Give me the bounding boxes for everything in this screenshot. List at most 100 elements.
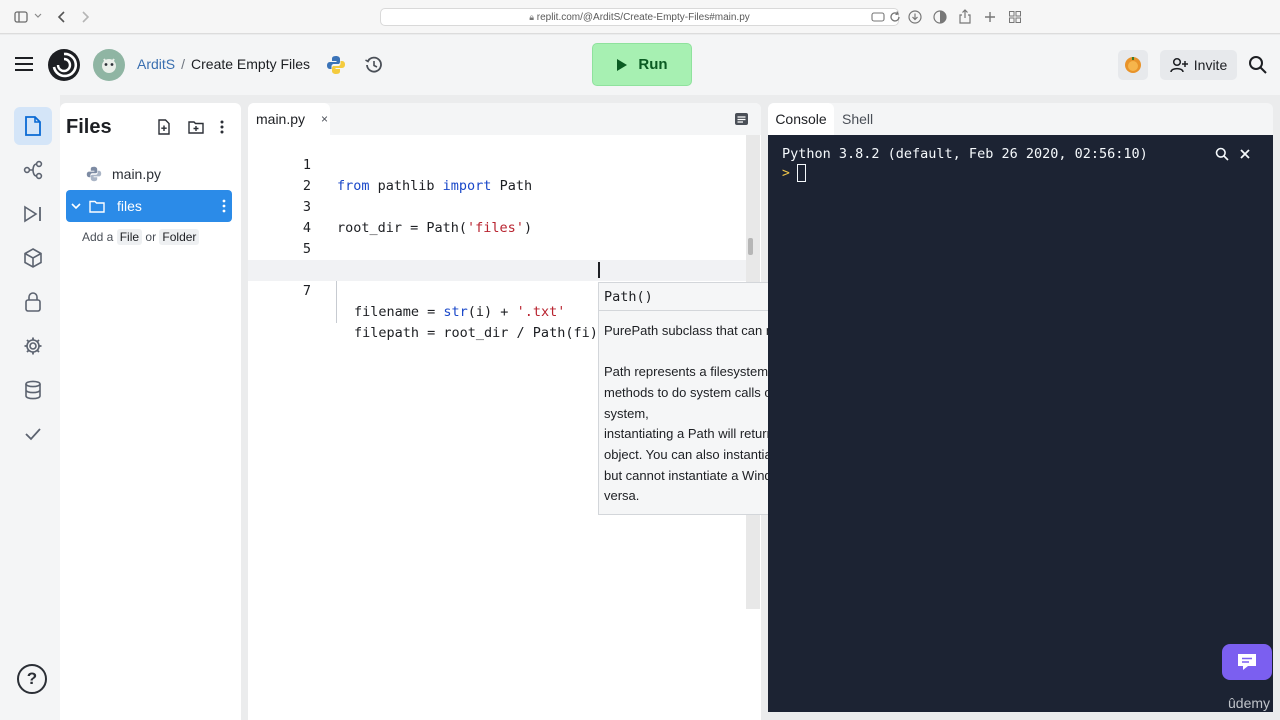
rail-debugger-button[interactable] — [14, 195, 52, 233]
line-number: 7 — [302, 283, 311, 299]
rail-database-button[interactable] — [14, 371, 52, 409]
check-icon — [25, 428, 41, 441]
chat-button[interactable] — [1222, 644, 1272, 680]
rail-version-control-button[interactable] — [14, 151, 52, 189]
url-text: replit.com/@ArditS/Create-Empty-Files#ma… — [536, 12, 750, 23]
rail-settings-button[interactable] — [14, 327, 52, 365]
folder-more-icon[interactable] — [222, 199, 226, 213]
chevron-down-icon[interactable] — [34, 12, 48, 26]
code-text: (i) + — [467, 304, 517, 320]
indent-guide — [336, 302, 337, 323]
add-folder-link[interactable]: Folder — [159, 229, 200, 245]
database-icon — [25, 380, 41, 400]
rail-files-button[interactable] — [14, 107, 52, 145]
add-file-link[interactable]: File — [116, 229, 143, 245]
add-file-hint: Add a File or Folder — [82, 229, 200, 245]
replit-logo-icon[interactable] — [47, 48, 81, 82]
code-line-current[interactable]: 7 filepath = root_dir / Path(fi) — [248, 260, 746, 341]
code-line[interactable]: 1 from pathlib import Path — [248, 134, 746, 194]
translate-icon[interactable] — [871, 10, 885, 24]
run-label: Run — [638, 56, 668, 73]
rail-unit-tests-button[interactable] — [14, 415, 52, 453]
console-search-icon[interactable] — [1215, 147, 1229, 161]
shield-icon[interactable] — [933, 10, 947, 24]
folder-item-files[interactable]: files — [66, 190, 232, 222]
code-builtin: str — [443, 304, 468, 320]
code-text: filename = — [354, 304, 444, 320]
play-icon — [616, 58, 628, 72]
project-name[interactable]: Create Empty Files — [191, 56, 310, 72]
sidebar-toggle-icon[interactable] — [14, 10, 28, 24]
editor-menu-icon[interactable] — [734, 112, 749, 126]
file-icon — [25, 116, 41, 136]
lock-icon: 🔒︎ — [529, 12, 534, 22]
tooltip-line: versa. — [604, 488, 640, 503]
hint-or: or — [145, 230, 157, 244]
url-field[interactable]: 🔒︎ replit.com/@ArditS/Create-Empty-Files… — [380, 8, 899, 26]
add-user-icon — [1170, 57, 1188, 73]
user-avatar-icon — [1125, 57, 1141, 73]
code-line[interactable]: 4 — [248, 197, 746, 236]
tooltip-title: Path() — [604, 289, 653, 305]
tab-close-icon[interactable]: × — [321, 112, 328, 126]
tooltip-line: system, — [604, 406, 649, 421]
tab-console[interactable]: Console — [768, 103, 834, 135]
code-line[interactable]: 3 root_dir = Path('files') — [248, 176, 746, 236]
rail-packages-button[interactable] — [14, 239, 52, 277]
new-folder-icon[interactable] — [188, 120, 204, 134]
reload-icon[interactable] — [888, 10, 902, 24]
debug-play-icon — [24, 205, 41, 223]
gear-icon — [24, 337, 42, 355]
project-avatar-icon[interactable] — [93, 49, 125, 81]
editor-scroll-thumb[interactable] — [748, 238, 753, 255]
new-file-icon[interactable] — [157, 119, 171, 135]
forward-icon[interactable] — [79, 10, 93, 24]
breadcrumb-separator: / — [181, 56, 186, 72]
console-input-cursor[interactable] — [797, 164, 806, 182]
console-prompt: > — [782, 166, 790, 181]
tab-overview-icon[interactable] — [1008, 10, 1022, 24]
text-cursor — [598, 262, 600, 278]
tab-shell[interactable]: Shell — [842, 111, 873, 127]
folder-icon — [89, 200, 105, 213]
search-icon[interactable] — [1248, 55, 1268, 75]
lock-icon — [25, 292, 41, 312]
files-title: Files — [66, 116, 112, 138]
rail-secrets-button[interactable] — [14, 283, 52, 321]
git-branch-icon — [23, 160, 43, 180]
run-button[interactable]: Run — [592, 43, 692, 86]
udemy-watermark: ûdemy — [1228, 695, 1271, 711]
code-line[interactable]: 5 for i in range(10, 21): — [248, 218, 746, 278]
indent-guide — [336, 281, 337, 302]
invite-label: Invite — [1193, 57, 1228, 73]
help-button[interactable]: ? — [17, 664, 47, 694]
tab-main-py[interactable]: main.py × — [248, 103, 330, 135]
user-avatar-button[interactable] — [1118, 50, 1148, 80]
python-icon — [86, 166, 102, 182]
code-text: filepath = root_dir / Path(fi) — [354, 325, 598, 341]
download-icon[interactable] — [908, 10, 922, 24]
files-more-icon[interactable] — [219, 119, 225, 135]
menu-icon[interactable] — [14, 55, 34, 73]
owner-link[interactable]: ArditS — [137, 56, 175, 72]
console-output[interactable] — [768, 135, 1273, 712]
console-clear-icon[interactable] — [1239, 148, 1251, 160]
console-header-text: Python 3.8.2 (default, Feb 26 2020, 02:5… — [782, 146, 1148, 162]
code-string: '.txt' — [516, 304, 566, 320]
history-icon[interactable] — [364, 55, 384, 75]
share-icon[interactable] — [958, 9, 972, 24]
hint-prefix: Add a — [82, 230, 114, 244]
code-line[interactable]: 2 — [248, 155, 746, 194]
chevron-down-icon[interactable] — [71, 202, 81, 210]
new-tab-icon[interactable] — [983, 10, 997, 24]
chat-icon — [1238, 654, 1256, 670]
package-icon — [24, 248, 42, 268]
file-label: main.py — [112, 166, 162, 182]
back-icon[interactable] — [56, 10, 70, 24]
code-line[interactable]: 6 filename = str(i) + '.txt' — [248, 239, 746, 320]
project-breadcrumb: ArditS / Create Empty Files — [137, 56, 310, 72]
python-icon — [326, 55, 346, 75]
invite-button[interactable]: Invite — [1160, 50, 1237, 80]
tab-label: main.py — [256, 111, 306, 127]
file-item-main-py[interactable]: main.py — [66, 158, 232, 190]
